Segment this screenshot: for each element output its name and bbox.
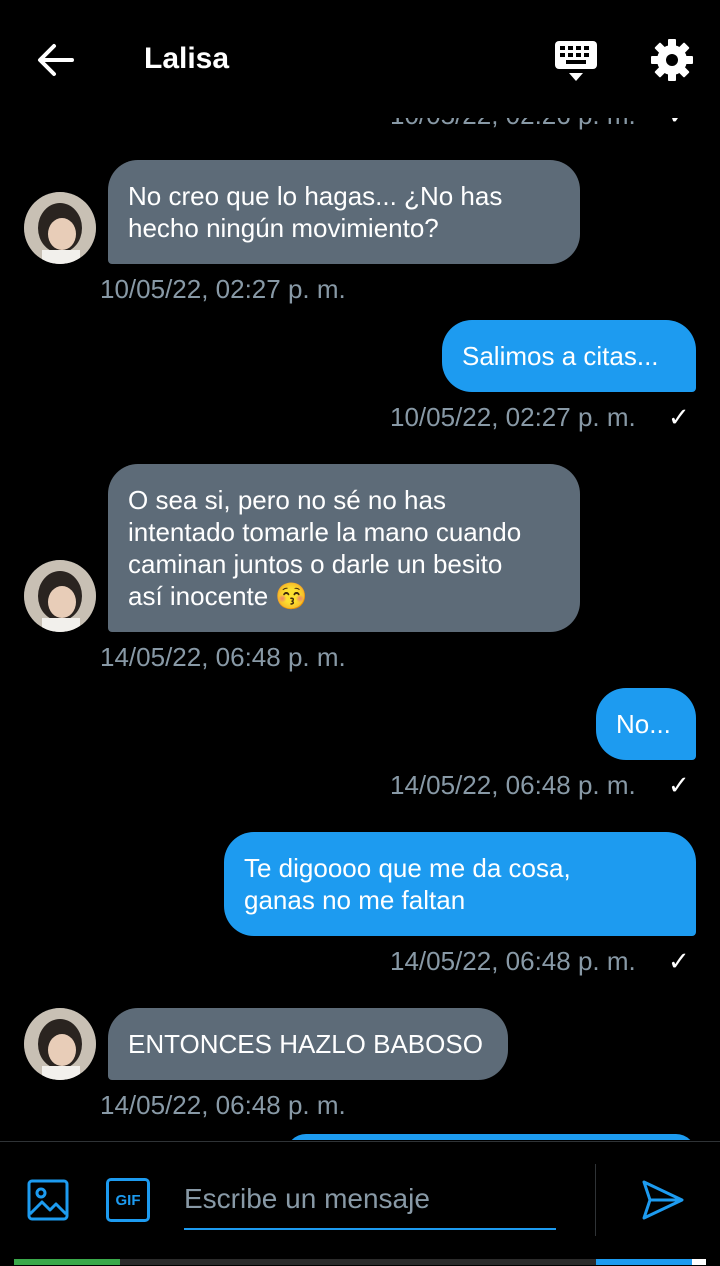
settings-button[interactable] — [650, 38, 694, 82]
gif-button[interactable]: GIF — [106, 1178, 150, 1222]
arrow-left-icon — [38, 44, 74, 76]
message-timestamp: 10/05/22, 02:27 p. m. — [100, 274, 346, 304]
avatar[interactable] — [24, 192, 96, 264]
message-timestamp: 14/05/22, 06:48 p. m. — [100, 642, 346, 672]
image-icon — [27, 1179, 69, 1221]
message-bubble-outgoing[interactable]: Te digoooo que me da cosa, ganas no me f… — [224, 832, 696, 936]
message-bubble-incoming[interactable]: O sea si, pero no sé no has intentado to… — [108, 464, 580, 632]
message-input[interactable] — [184, 1170, 556, 1230]
chat-header: Lalisa — [0, 0, 720, 118]
send-button[interactable] — [640, 1178, 686, 1222]
message-timestamp: 14/05/22, 06:48 p. m. — [100, 1090, 346, 1120]
message-bubble-outgoing[interactable]: Salimos a citas... — [442, 320, 696, 392]
message-timestamp: 10/05/22, 02:27 p. m. — [390, 402, 636, 432]
back-button[interactable] — [34, 40, 78, 80]
message-timestamp: 14/05/22, 06:48 p. m. — [390, 770, 636, 800]
avatar[interactable] — [24, 1008, 96, 1080]
message-bubble-outgoing[interactable] — [286, 1134, 696, 1140]
message-bubble-outgoing[interactable]: No... — [596, 688, 696, 760]
message-list[interactable]: 10/05/22, 02:26 p. m. ✓ No creo que lo h… — [0, 0, 720, 1140]
keyboard-icon — [555, 41, 597, 81]
indicator-bar — [14, 1259, 120, 1265]
read-check-icon: ✓ — [668, 402, 690, 432]
indicator-bar — [120, 1259, 596, 1265]
gear-icon — [651, 39, 693, 81]
indicator-bar — [596, 1259, 692, 1265]
message-bubble-incoming[interactable]: No creo que lo hagas... ¿No has hecho ni… — [108, 160, 580, 264]
read-check-icon: ✓ — [668, 946, 690, 976]
contact-name[interactable]: Lalisa — [144, 42, 229, 76]
keyboard-toggle-button[interactable] — [552, 38, 600, 84]
send-icon — [642, 1180, 684, 1220]
message-timestamp: 14/05/22, 06:48 p. m. — [390, 946, 636, 976]
read-check-icon: ✓ — [668, 770, 690, 800]
message-bubble-incoming[interactable]: ENTONCES HAZLO BABOSO — [108, 1008, 508, 1080]
divider — [595, 1164, 596, 1236]
avatar[interactable] — [24, 560, 96, 632]
attach-image-button[interactable] — [26, 1178, 70, 1222]
indicator-bar — [692, 1259, 706, 1265]
